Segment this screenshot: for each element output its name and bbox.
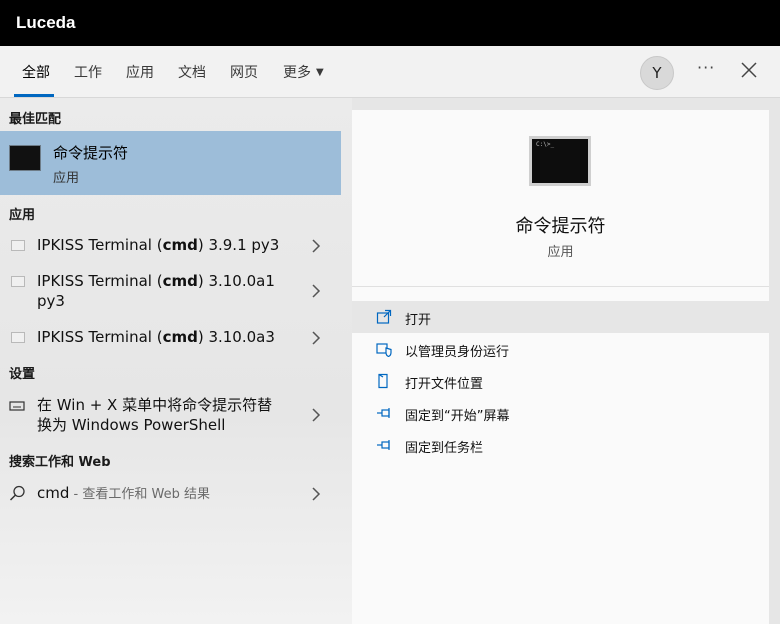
best-match-title: 命令提示符 xyxy=(53,144,129,162)
app-title: Luceda xyxy=(16,13,76,32)
preview-title: 命令提示符 xyxy=(515,216,606,237)
action-pin-taskbar[interactable]: 固定到任务栏 xyxy=(352,429,769,461)
chevron-right-icon xyxy=(312,284,321,298)
action-open-file-location[interactable]: 打开文件位置 xyxy=(352,365,769,397)
settings-result-label: 在 Win + X 菜单中将命令提示符替 换为 Windows PowerShel… xyxy=(37,396,273,434)
action-run-as-admin-label: 以管理员身份运行 xyxy=(405,345,510,360)
tab-documents[interactable]: 文档 xyxy=(178,62,206,82)
web-result-item[interactable]: cmd - 查看工作和 Web 结果 xyxy=(0,480,341,508)
results-pane: 最佳匹配 命令提示符 应用 应用 IPKISS Terminal (cmd) 3… xyxy=(0,98,352,624)
terminal-app-icon xyxy=(11,240,25,251)
tab-work[interactable]: 工作 xyxy=(74,62,102,82)
more-options-icon[interactable]: ··· xyxy=(697,58,715,77)
divider xyxy=(352,286,769,287)
shield-icon xyxy=(376,343,392,357)
section-settings: 设置 xyxy=(9,367,36,382)
action-pin-start[interactable]: 固定到“开始”屏幕 xyxy=(352,397,769,429)
preview-subtitle: 应用 xyxy=(547,245,574,260)
chevron-down-icon: ▼ xyxy=(316,67,324,78)
pin-icon xyxy=(377,408,390,418)
open-icon xyxy=(376,309,392,324)
action-open-label: 打开 xyxy=(405,313,432,328)
tab-more-label: 更多 xyxy=(283,65,311,81)
search-icon xyxy=(9,485,25,501)
active-tab-indicator xyxy=(14,94,54,97)
app-result-label: IPKISS Terminal (cmd) 3.10.0a3 xyxy=(37,328,275,346)
app-result-item[interactable]: IPKISS Terminal (cmd) 3.10.0a3 xyxy=(0,324,341,352)
tab-more[interactable]: 更多 ▼ xyxy=(283,62,324,82)
settings-result-item[interactable]: 在 Win + X 菜单中将命令提示符替 换为 Windows PowerShel… xyxy=(0,392,341,438)
tab-all[interactable]: 全部 xyxy=(22,62,50,82)
web-result-label: cmd - 查看工作和 Web 结果 xyxy=(37,484,210,502)
section-best-match: 最佳匹配 xyxy=(9,112,62,127)
cmd-large-icon: C:\>_ xyxy=(529,136,591,186)
best-match-subtitle: 应用 xyxy=(53,171,80,186)
terminal-app-icon xyxy=(11,276,25,287)
window-titlebar: Luceda xyxy=(0,0,780,46)
action-pin-taskbar-label: 固定到任务栏 xyxy=(405,441,484,456)
action-open[interactable]: 打开 xyxy=(352,301,769,333)
action-pin-start-label: 固定到“开始”屏幕 xyxy=(405,409,510,424)
tab-web[interactable]: 网页 xyxy=(230,62,258,82)
chevron-right-icon xyxy=(312,331,321,345)
app-result-item[interactable]: IPKISS Terminal (cmd) 3.10.0a1 py3 xyxy=(0,268,341,314)
pin-icon xyxy=(377,440,390,450)
terminal-app-icon xyxy=(11,332,25,343)
app-result-label: IPKISS Terminal (cmd) 3.10.0a1 py3 xyxy=(37,272,275,310)
action-run-as-admin[interactable]: 以管理员身份运行 xyxy=(352,333,769,365)
app-result-label: IPKISS Terminal (cmd) 3.9.1 py3 xyxy=(37,236,280,254)
section-apps: 应用 xyxy=(9,208,36,223)
tab-bar: 全部 工作 应用 文档 网页 更多 ▼ Y ··· xyxy=(0,46,780,98)
tab-apps[interactable]: 应用 xyxy=(126,62,154,82)
chevron-right-icon xyxy=(312,239,321,253)
chevron-right-icon xyxy=(312,408,321,422)
preview-pane: C:\>_ 命令提示符 应用 打开 以管理员身份运行 打开文件位置 固定到“开始… xyxy=(352,110,769,624)
file-location-icon xyxy=(378,373,388,389)
close-icon[interactable] xyxy=(739,60,759,80)
action-open-file-location-label: 打开文件位置 xyxy=(405,377,484,392)
app-result-item[interactable]: IPKISS Terminal (cmd) 3.9.1 py3 xyxy=(0,232,341,260)
keyboard-icon xyxy=(9,401,25,411)
avatar[interactable]: Y xyxy=(640,56,674,90)
chevron-right-icon xyxy=(312,487,321,501)
cmd-icon xyxy=(9,145,41,171)
best-match-item[interactable]: 命令提示符 应用 xyxy=(0,131,341,195)
section-web: 搜索工作和 Web xyxy=(9,455,111,470)
